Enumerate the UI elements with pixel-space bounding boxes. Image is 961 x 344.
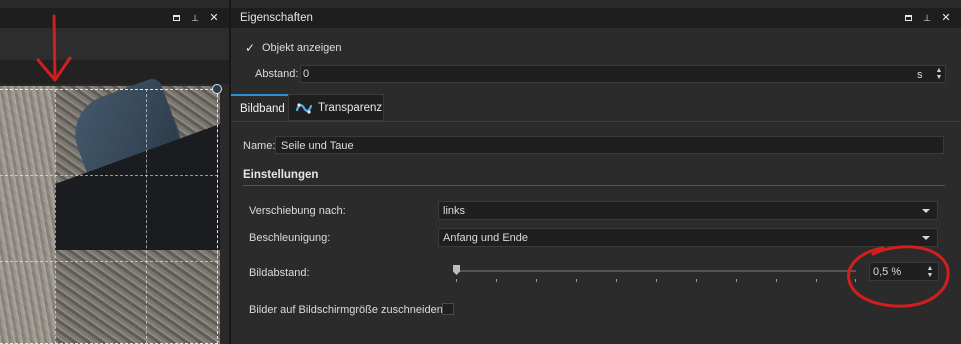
slider-tick <box>736 279 737 282</box>
name-value: Seile und Taue <box>281 140 354 152</box>
preview-window-buttons: ⊥ ✕ <box>171 8 219 28</box>
properties-window-buttons: ⊥ ✕ <box>903 8 951 28</box>
distance-spin-icon[interactable]: ▲ ▼ <box>934 65 944 83</box>
selection-frame[interactable] <box>0 89 218 344</box>
distance-input[interactable] <box>300 65 946 83</box>
slider-tick <box>616 279 617 282</box>
close-button[interactable]: ✕ <box>209 12 219 24</box>
pin-icon: ⊥ <box>191 13 199 23</box>
settings-divider <box>243 185 945 186</box>
shift-label: Verschiebung nach: <box>249 205 346 217</box>
acceleration-label: Beschleunigung: <box>249 232 331 244</box>
settings-header: Einstellungen <box>243 169 319 181</box>
slider-tick <box>816 279 817 282</box>
annotation-arrow <box>36 14 72 82</box>
slider-tick <box>456 279 457 282</box>
properties-title: Eigenschaften <box>240 12 313 24</box>
show-object-checkbox[interactable]: ✓ <box>245 41 255 55</box>
slider-tick <box>696 279 697 282</box>
close-icon: ✕ <box>209 12 219 24</box>
pin-icon: ⊥ <box>923 13 931 23</box>
properties-panel: Eigenschaften ⊥ ✕ ✓ Objekt anzeigen Abst… <box>231 0 961 344</box>
restore-button[interactable] <box>903 13 913 23</box>
restore-icon <box>904 15 912 21</box>
tab-transparenz[interactable]: Transparenz <box>288 94 384 121</box>
crop-checkbox[interactable] <box>442 303 454 315</box>
acceleration-value: Anfang und Ende <box>443 232 529 244</box>
crop-label: Bilder auf Bildschirmgröße zuschneiden <box>249 304 443 316</box>
close-icon: ✕ <box>941 12 951 24</box>
tab-bildband[interactable]: Bildband <box>231 94 288 121</box>
shift-value: links <box>443 205 466 217</box>
distance-unit: s <box>917 69 923 81</box>
slider-tick <box>536 279 537 282</box>
pin-button[interactable]: ⊥ <box>190 13 200 23</box>
name-label: Name: <box>243 140 276 152</box>
shift-select[interactable]: links <box>438 201 938 220</box>
name-input[interactable] <box>275 136 944 154</box>
pin-button[interactable]: ⊥ <box>922 13 932 23</box>
show-object-label: Objekt anzeigen <box>262 42 342 54</box>
check-icon: ✓ <box>245 41 256 55</box>
slider-tick <box>576 279 577 282</box>
spacing-label: Bildabstand: <box>249 267 310 279</box>
chevron-down-icon <box>922 209 930 213</box>
distance-label: Abstand: <box>255 68 299 80</box>
properties-title-bar: Eigenschaften ⊥ ✕ <box>231 8 961 28</box>
spacing-slider-track[interactable] <box>456 270 856 272</box>
spacing-slider-thumb[interactable] <box>453 265 460 275</box>
restore-button[interactable] <box>171 13 181 23</box>
restore-icon <box>172 15 180 21</box>
selection-handle[interactable] <box>212 84 222 94</box>
slider-tick <box>496 279 497 282</box>
tab-label: Transparenz <box>318 102 383 114</box>
wave-icon <box>296 103 312 114</box>
slider-tick <box>776 279 777 282</box>
slider-tick <box>656 279 657 282</box>
tab-label: Bildband <box>240 103 285 115</box>
distance-value: 0 <box>303 68 310 80</box>
annotation-circle <box>847 245 950 308</box>
close-button[interactable]: ✕ <box>941 12 951 24</box>
